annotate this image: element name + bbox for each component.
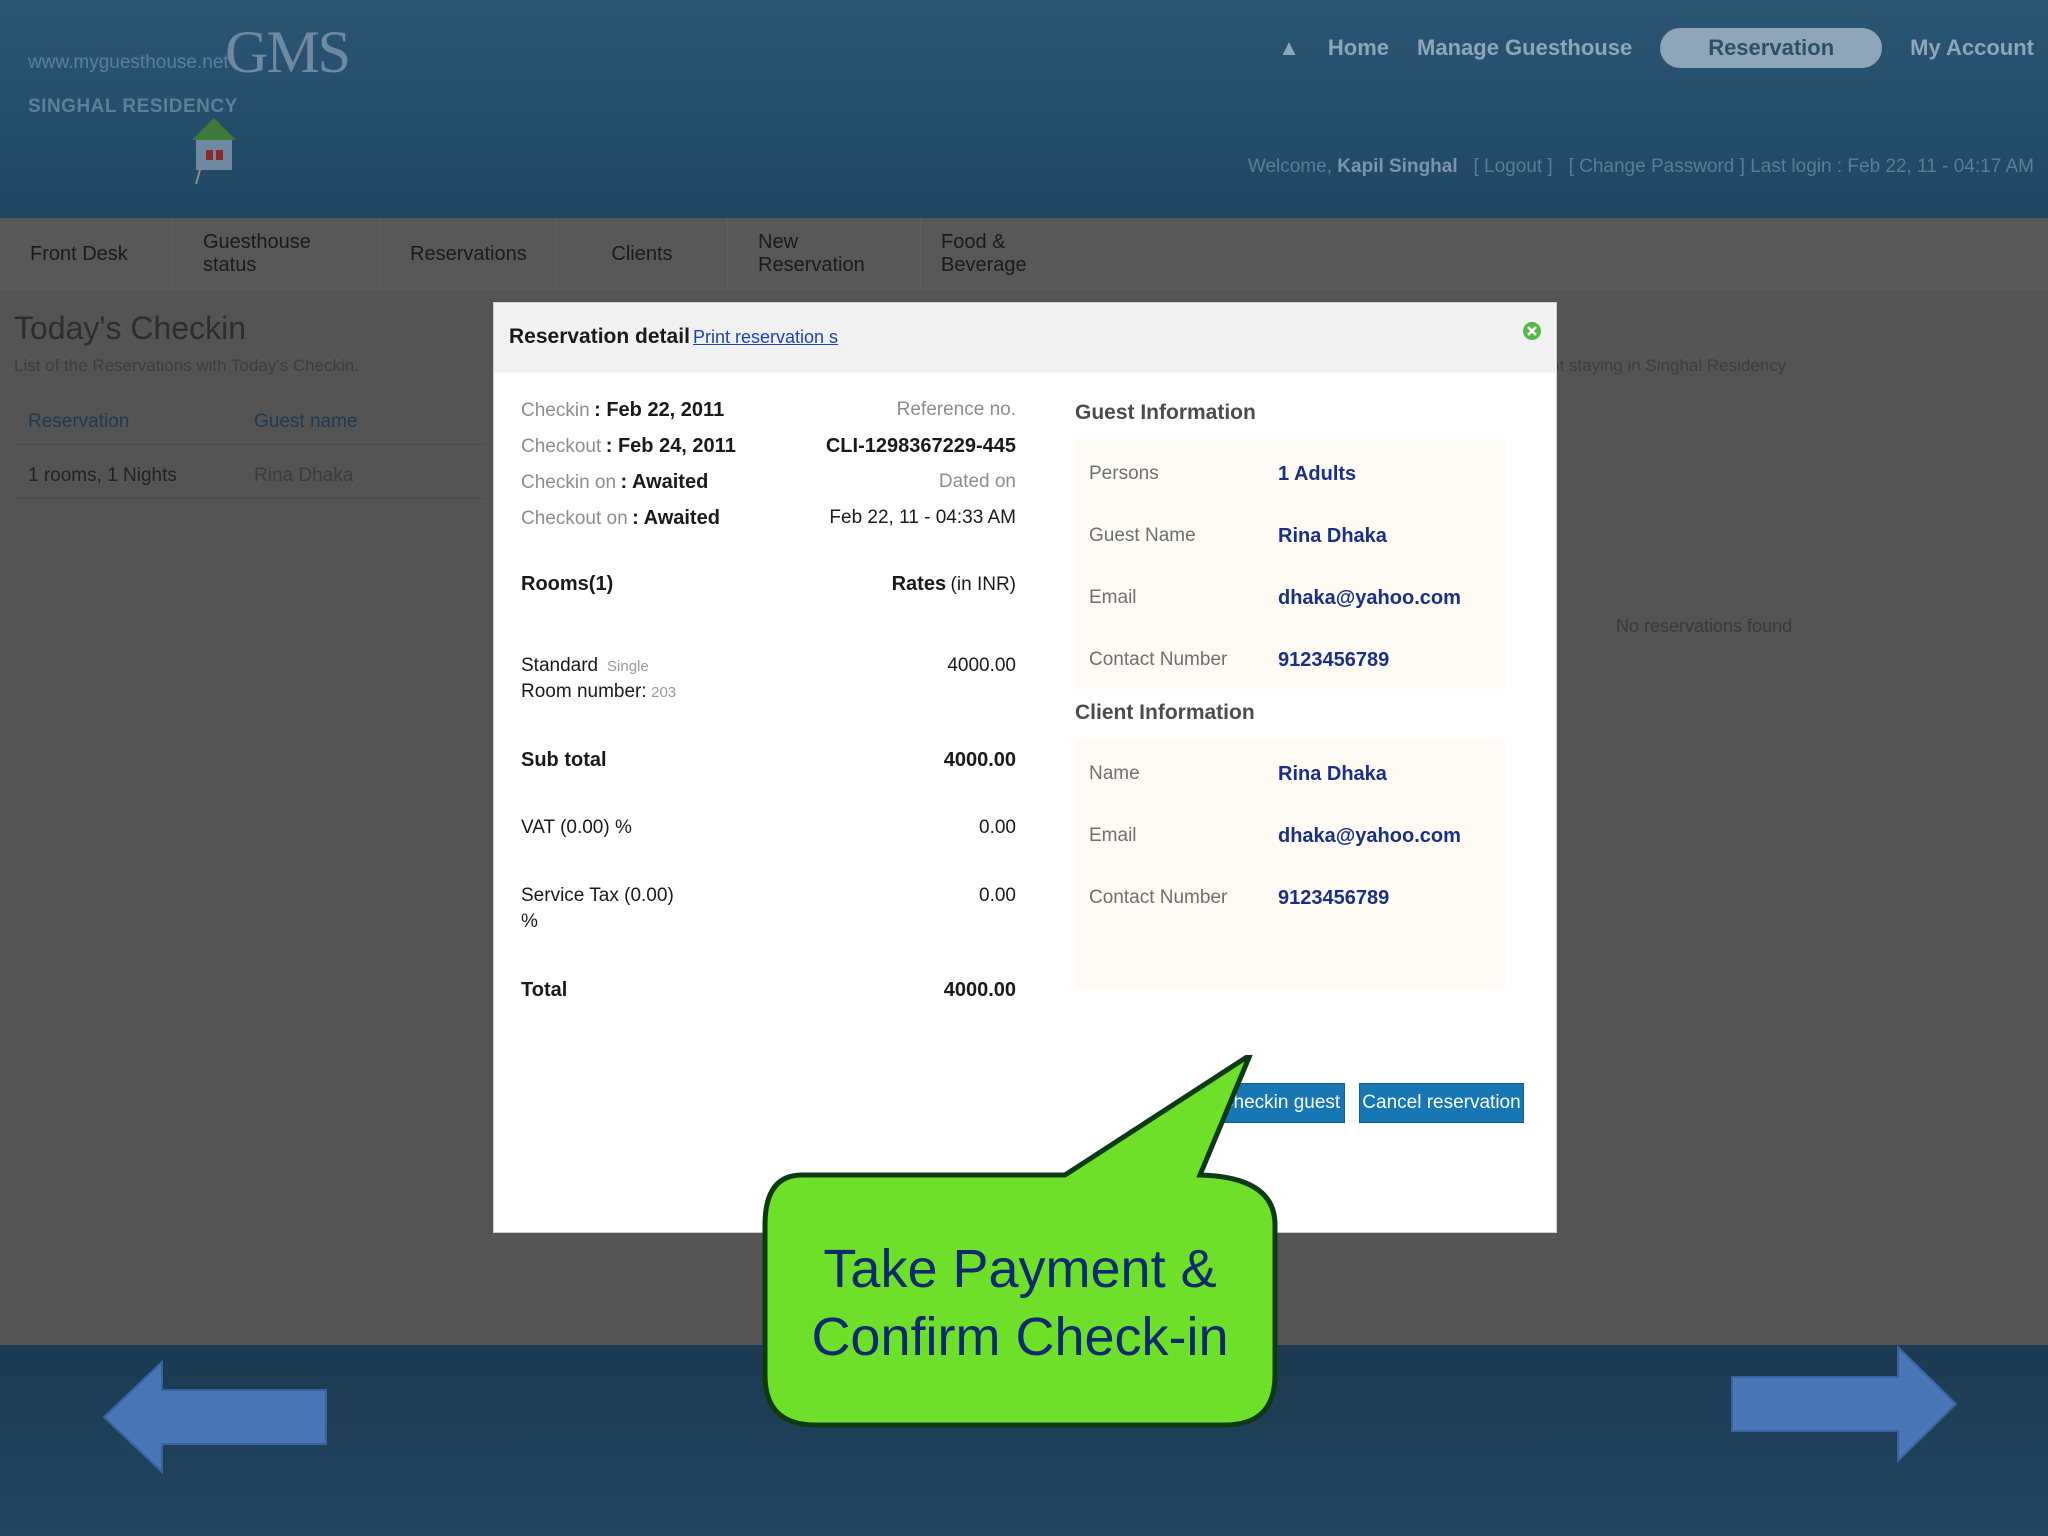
- column-guest-name: Guest name: [254, 411, 358, 432]
- guest-info-box: Persons 1 Adults Guest Name Rina Dhaka E…: [1075, 439, 1505, 689]
- callout-line-2: Confirm Check-in: [811, 1307, 1229, 1367]
- gms-logo: GMS: [225, 19, 351, 85]
- house-icon: [192, 118, 236, 185]
- menu-reservations[interactable]: Reservations: [380, 218, 557, 290]
- vat-label: VAT (0.00) %: [521, 817, 632, 838]
- callout-text: Take Payment & Confirm Check-in: [765, 1235, 1275, 1371]
- room-type-row: Standard Single: [521, 655, 649, 677]
- service-tax-value: 0.00: [979, 885, 1016, 906]
- close-icon[interactable]: [1522, 321, 1542, 341]
- callout-line-1: Take Payment &: [823, 1239, 1217, 1299]
- user-name: Kapil Singhal: [1337, 156, 1458, 177]
- nav-reservation[interactable]: Reservation: [1660, 28, 1883, 68]
- guest-info-title: Guest Information: [1075, 401, 1256, 424]
- client-info-title: Client Information: [1075, 701, 1255, 724]
- main-menu: Front Desk Guesthouse status Reservation…: [0, 218, 2048, 290]
- guest-email-value[interactable]: dhaka@yahoo.com: [1278, 587, 1461, 610]
- checkout-on-value: : Awaited: [632, 507, 720, 529]
- site-url[interactable]: www.myguesthouse.net: [28, 52, 229, 74]
- checkin-on-label: Checkin on: [521, 472, 617, 493]
- checkout-label: Checkout: [521, 436, 602, 457]
- nav-my-account[interactable]: My Account: [1910, 35, 2034, 61]
- rates-unit: (in INR): [950, 574, 1016, 595]
- room-subtype: Single: [607, 658, 649, 675]
- cancel-reservation-button[interactable]: Cancel reservation: [1359, 1083, 1524, 1123]
- guest-name-value: Rina Dhaka: [1278, 525, 1387, 547]
- checkin-on-row: Checkin on : Awaited: [521, 471, 708, 494]
- vat-value: 0.00: [979, 817, 1016, 838]
- arrow-up-icon: ▲: [1278, 35, 1300, 60]
- arrow-left-icon[interactable]: [100, 1360, 330, 1475]
- menu-new-reservation[interactable]: New Reservation: [728, 218, 921, 290]
- rooms-label: Rooms(1): [521, 573, 614, 595]
- cell-reservation: 1 rooms, 1 Nights: [28, 465, 177, 486]
- menu-food-beverage[interactable]: Food & Beverage: [921, 218, 1111, 290]
- cell-guest-name: Rina Dhaka: [254, 465, 354, 486]
- menu-clients[interactable]: Clients: [557, 218, 728, 290]
- print-reservation-link[interactable]: Print reservation s: [693, 327, 838, 348]
- app-header: www.myguesthouse.net GMS SINGHAL RESIDEN…: [0, 0, 2048, 218]
- checkout-on-label: Checkout on: [521, 508, 628, 529]
- reference-value: CLI-1298367229-445: [825, 435, 1016, 457]
- last-login: Last login : Feb 22, 11 - 04:17 AM: [1750, 156, 2034, 177]
- page-title: Today's Checkin: [14, 310, 246, 346]
- dated-value: Feb 22, 11 - 04:33 AM: [829, 507, 1016, 528]
- room-rate: 4000.00: [947, 655, 1016, 676]
- client-contact-label: Contact Number: [1089, 887, 1228, 908]
- checkin-row: Checkin : Feb 22, 2011: [521, 399, 724, 422]
- rates-header: Rates (in INR): [892, 573, 1016, 596]
- subtotal-value: 4000.00: [943, 749, 1016, 771]
- client-contact-value: 9123456789: [1278, 887, 1390, 909]
- room-number: 203: [651, 684, 677, 701]
- dated-label: Dated on: [938, 471, 1016, 492]
- right-subtitle: nt staying in Singhal Residency: [1550, 356, 1787, 375]
- client-email-value[interactable]: dhaka@yahoo.com: [1278, 825, 1461, 848]
- total-value: 4000.00: [943, 979, 1016, 1001]
- client-email-label: Email: [1089, 825, 1137, 846]
- checkin-value: : Feb 22, 2011: [594, 399, 725, 421]
- subtotal-label: Sub total: [521, 749, 607, 771]
- welcome-bar: Welcome, Kapil Singhal [ Logout ] [ Chan…: [1248, 156, 2034, 178]
- client-name-label: Name: [1089, 763, 1140, 784]
- guest-persons-label: Persons: [1089, 463, 1159, 484]
- client-name-value: Rina Dhaka: [1278, 763, 1387, 785]
- modal-header: Reservation detail Print reservation s: [494, 303, 1556, 373]
- guest-contact-label: Contact Number: [1089, 649, 1228, 670]
- top-nav: ▲ Home Manage Guesthouse Reservation My …: [1278, 28, 2034, 68]
- nav-home[interactable]: Home: [1328, 35, 1389, 61]
- welcome-prefix: Welcome,: [1247, 156, 1332, 177]
- arrow-right-icon[interactable]: [1728, 1345, 1960, 1463]
- guest-persons-value: 1 Adults: [1278, 463, 1357, 485]
- table-row[interactable]: 1 rooms, 1 Nights Rina Dhaka: [14, 454, 484, 499]
- service-tax-label: Service Tax (0.00): [521, 885, 674, 906]
- checkout-value: : Feb 24, 2011: [605, 435, 736, 457]
- no-reservations-text: No reservations found: [1616, 616, 1793, 636]
- checkout-row: Checkout : Feb 24, 2011: [521, 435, 736, 458]
- table-header: Reservation Guest name: [14, 400, 484, 445]
- menu-guesthouse-status[interactable]: Guesthouse status: [173, 218, 380, 290]
- column-reservation: Reservation: [28, 411, 130, 432]
- guest-contact-value: 9123456789: [1278, 649, 1390, 671]
- guest-email-label: Email: [1089, 587, 1137, 608]
- change-password-link[interactable]: [ Change Password ]: [1569, 156, 1745, 177]
- nav-manage-guesthouse[interactable]: Manage Guesthouse: [1417, 35, 1632, 61]
- logout-link[interactable]: [ Logout ]: [1473, 156, 1552, 177]
- checkout-on-row: Checkout on : Awaited: [521, 507, 720, 530]
- reference-label: Reference no.: [896, 399, 1016, 420]
- guest-name-label: Guest Name: [1089, 525, 1196, 546]
- room-type: Standard: [521, 655, 599, 676]
- room-number-row: Room number: 203: [521, 681, 676, 703]
- checkin-label: Checkin: [521, 400, 590, 421]
- client-info-box: Name Rina Dhaka Email dhaka@yahoo.com Co…: [1075, 739, 1505, 989]
- total-label: Total: [521, 979, 568, 1001]
- page-subtitle: List of the Reservations with Today's Ch…: [14, 356, 359, 375]
- checkin-on-value: : Awaited: [620, 471, 709, 493]
- room-number-label: Room number:: [521, 681, 647, 702]
- modal-title: Reservation detail: [509, 325, 690, 348]
- menu-front-desk[interactable]: Front Desk: [0, 218, 173, 290]
- service-tax-label-percent: %: [521, 911, 538, 932]
- rates-label: Rates: [891, 573, 947, 595]
